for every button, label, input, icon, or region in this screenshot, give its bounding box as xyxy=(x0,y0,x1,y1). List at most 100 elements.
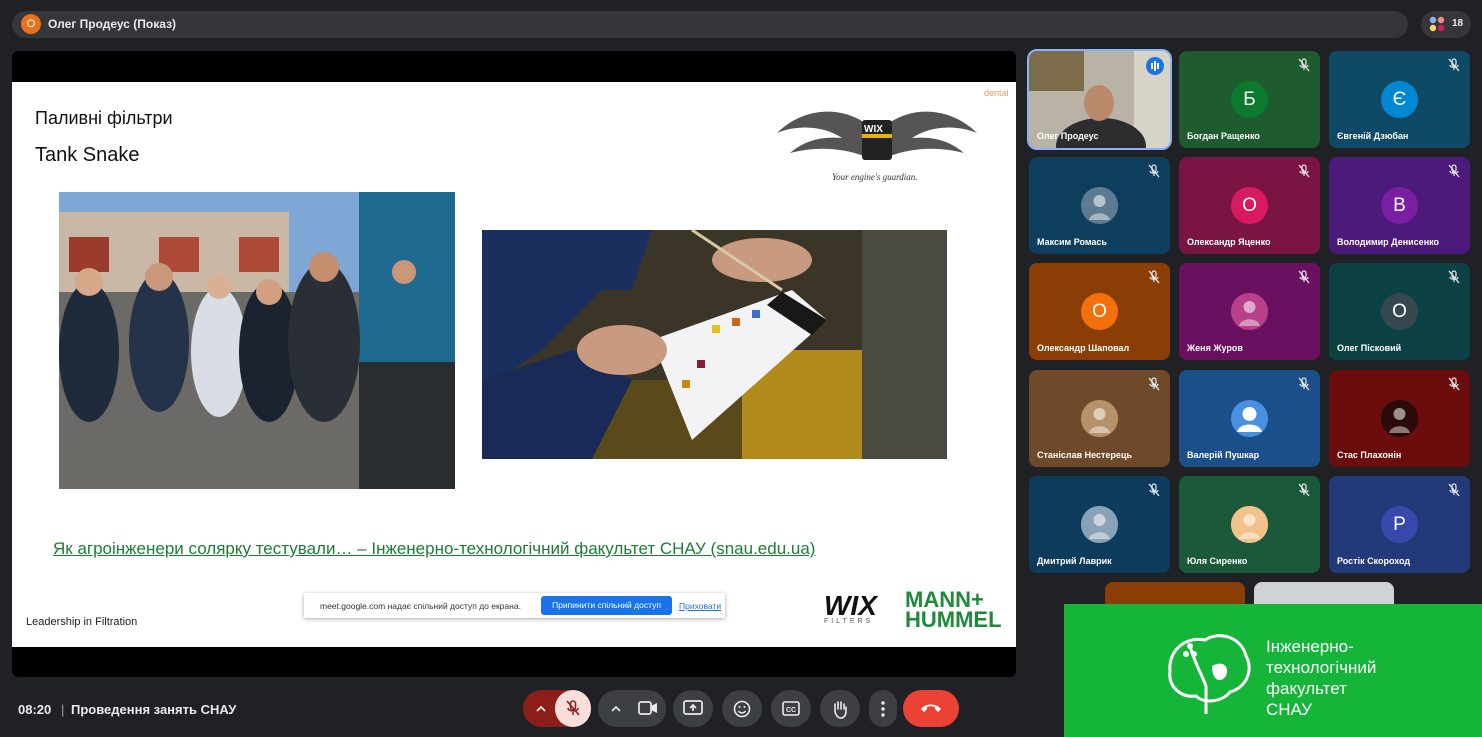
participant-name: Олександр Яценко xyxy=(1187,237,1271,247)
mic-off-icon xyxy=(1146,376,1162,392)
participant-tile[interactable]: Олег Продеус xyxy=(1027,49,1172,150)
mic-off-icon xyxy=(1296,482,1312,498)
participant-tile[interactable]: Валерій Пушкар xyxy=(1179,370,1320,467)
mic-off-icon xyxy=(1146,163,1162,179)
participant-avatar xyxy=(1231,506,1268,543)
mic-off-icon xyxy=(1446,57,1462,73)
participant-avatar: О xyxy=(1381,293,1418,330)
participant-tile[interactable]: Б Богдан Ращенко xyxy=(1179,51,1320,148)
mic-off-icon xyxy=(1446,376,1462,392)
mic-control-group xyxy=(523,690,591,727)
participant-tile[interactable]: Женя Журов xyxy=(1179,263,1320,360)
chevron-up-icon[interactable] xyxy=(535,703,547,715)
participant-name: Стас Плахонін xyxy=(1337,450,1402,460)
participant-tile-partial[interactable] xyxy=(1105,582,1245,604)
hide-notice-link[interactable]: Приховати xyxy=(679,601,721,611)
fuel-test-card-photo xyxy=(482,230,947,459)
raise-hand-icon xyxy=(834,701,847,719)
hang-up-icon xyxy=(921,704,941,712)
share-notice-text: meet.google.com надає спільний доступ до… xyxy=(320,601,521,611)
participant-tile-partial[interactable] xyxy=(1254,582,1394,604)
participant-avatar: В xyxy=(1381,187,1418,224)
participant-tile[interactable]: О Олег Пісковий xyxy=(1329,263,1470,360)
presenter-bar[interactable]: О Олег Продеус (Показ) xyxy=(12,11,1408,38)
more-options-button[interactable] xyxy=(869,690,897,727)
participant-avatar: Є xyxy=(1381,81,1418,118)
captions-button[interactable]: CC xyxy=(771,690,811,727)
raise-hand-button[interactable] xyxy=(820,690,860,727)
participant-name: Станіслав Нестерець xyxy=(1037,450,1132,460)
participant-tile[interactable]: Станіслав Нестерець xyxy=(1029,370,1170,467)
more-vert-icon xyxy=(881,701,885,717)
leave-call-button[interactable] xyxy=(903,690,959,727)
participant-avatar: О xyxy=(1081,293,1118,330)
svg-text:WIX: WIX xyxy=(864,124,883,135)
slide-subtitle: Tank Snake xyxy=(35,144,140,166)
mic-off-icon xyxy=(1446,482,1462,498)
wix-tagline: Your engine's guardian. xyxy=(832,172,918,182)
participant-tile[interactable]: О Олександр Шаповал xyxy=(1029,263,1170,360)
shared-slide: dental Паливні фільтри Tank Snake WIX Yo… xyxy=(12,82,1016,647)
participant-name: Євгеній Дзюбан xyxy=(1337,131,1409,141)
participants-button[interactable]: 18 xyxy=(1421,11,1471,38)
mic-off-icon xyxy=(1146,482,1162,498)
participant-avatar xyxy=(1381,400,1418,437)
microphone-toggle-button[interactable] xyxy=(555,690,591,727)
mic-off-icon xyxy=(1296,163,1312,179)
slide-corner-label: dental xyxy=(984,88,1009,98)
participant-avatar xyxy=(1231,293,1268,330)
title-separator: | xyxy=(61,702,65,717)
participant-name: Юля Сиренко xyxy=(1187,556,1248,566)
reactions-button[interactable] xyxy=(722,690,762,727)
participant-tile[interactable]: В Володимир Денисенко xyxy=(1329,157,1470,254)
faculty-name-line1: Інженерно- xyxy=(1266,637,1354,656)
participant-tile[interactable]: О Олександр Яценко xyxy=(1179,157,1320,254)
camera-control-group xyxy=(598,690,666,727)
article-link[interactable]: Як агроінженери солярку тестували… – Інж… xyxy=(53,539,815,559)
mic-off-icon xyxy=(1446,269,1462,285)
participant-name: Ростік Скороход xyxy=(1337,556,1411,566)
faculty-name-line2: технологічний xyxy=(1266,658,1377,677)
present-screen-button[interactable] xyxy=(673,690,713,727)
participant-count: 18 xyxy=(1452,18,1464,29)
emoji-icon xyxy=(733,700,751,718)
svg-text:CC: CC xyxy=(786,707,796,714)
participant-tile[interactable]: Юля Сиренко xyxy=(1179,476,1320,573)
leadership-caption: Leadership in Filtration xyxy=(26,616,138,628)
participant-name: Богдан Ращенко xyxy=(1187,131,1260,141)
participant-name: Олег Пісковий xyxy=(1337,343,1402,353)
participant-tile[interactable]: Стас Плахонін xyxy=(1329,370,1470,467)
call-controls-bar: 08:20 | Проведення занять СНАУ CC xyxy=(0,680,1482,737)
participant-name: Олег Продеус xyxy=(1037,131,1099,141)
participant-avatar xyxy=(1231,400,1268,437)
presenter-label: Олег Продеус (Показ) xyxy=(48,17,177,31)
participant-tile[interactable]: Р Ростік Скороход xyxy=(1329,476,1470,573)
wix-winged-logo: WIX Your engine's guardian. xyxy=(777,111,977,182)
present-screen-icon xyxy=(683,700,703,715)
participant-avatar xyxy=(1081,187,1118,224)
participant-tile[interactable]: Дмитрий Лаврик xyxy=(1029,476,1170,573)
mic-off-icon xyxy=(566,700,580,716)
students-photo xyxy=(59,192,455,489)
mic-off-icon xyxy=(1296,376,1312,392)
mann-hummel-logo: MANN+ HUMMEL xyxy=(905,589,1002,631)
participant-avatar: Р xyxy=(1381,506,1418,543)
stop-sharing-button[interactable]: Припинити спільний доступ xyxy=(541,596,672,615)
meeting-clock: 08:20 xyxy=(18,702,52,717)
screen-share-notice: meet.google.com надає спільний доступ до… xyxy=(304,593,725,618)
participant-avatar: Б xyxy=(1231,81,1268,118)
camera-toggle-button[interactable] xyxy=(630,690,666,727)
chevron-up-icon[interactable] xyxy=(610,703,622,715)
participant-tile[interactable]: Максим Ромась xyxy=(1029,157,1170,254)
participant-name: Женя Журов xyxy=(1187,343,1243,353)
captions-icon: CC xyxy=(782,701,800,716)
slide-title: Паливні фільтри xyxy=(35,108,173,128)
participant-name: Валерій Пушкар xyxy=(1187,450,1260,460)
participant-avatar xyxy=(1081,506,1118,543)
meeting-title: Проведення занять СНАУ xyxy=(71,702,237,717)
participant-tile[interactable]: Є Євгеній Дзюбан xyxy=(1329,51,1470,148)
wix-filters-logo: WIX FILTERS xyxy=(824,590,882,638)
participant-name: Володимир Денисенко xyxy=(1337,237,1440,247)
presenter-avatar: О xyxy=(21,14,41,34)
participant-name: Дмитрий Лаврик xyxy=(1037,556,1112,566)
